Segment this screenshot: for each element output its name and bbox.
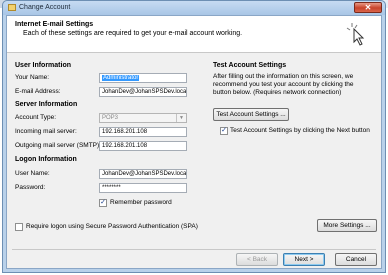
cancel-button[interactable]: Cancel	[335, 253, 377, 266]
password-field[interactable]: ********	[99, 183, 187, 193]
account-type-select[interactable]: POP3 ▼	[99, 113, 187, 123]
envelope-icon	[8, 4, 16, 11]
user-information-heading: User Information	[15, 62, 72, 69]
spa-checkbox[interactable]	[15, 223, 23, 231]
back-button[interactable]: < Back	[236, 253, 278, 266]
spa-label: Require logon using Secure Password Auth…	[26, 223, 198, 230]
chevron-down-icon: ▼	[176, 114, 186, 122]
window-title: Change Account	[19, 4, 71, 11]
outgoing-server-label: Outgoing mail server (SMTP):	[15, 142, 101, 149]
cursor-pointer-icon	[346, 23, 365, 46]
footer-divider	[12, 249, 376, 250]
test-settings-heading: Test Account Settings	[213, 62, 287, 69]
email-label: E-mail Address:	[15, 88, 61, 95]
email-field[interactable]: JohanDev@JohanSPSDev.loca	[99, 87, 187, 97]
user-name-field[interactable]: JohanDev@JohanSPSDev.loca	[99, 169, 187, 179]
header-subtitle: Each of these settings are required to g…	[23, 30, 243, 37]
your-name-field[interactable]: Administrator	[99, 73, 187, 83]
next-button[interactable]: Next >	[283, 253, 325, 266]
change-account-dialog: Change Account ✕ Internet E-mail Setting…	[2, 0, 386, 273]
remember-password-checkbox[interactable]: ✓	[99, 199, 107, 207]
user-name-label: User Name:	[15, 170, 50, 177]
test-account-settings-button[interactable]: Test Account Settings ...	[213, 108, 289, 121]
dialog-body: Internet E-mail Settings Each of these s…	[6, 15, 382, 269]
your-name-label: Your Name:	[15, 74, 50, 81]
header-title: Internet E-mail Settings	[15, 21, 94, 28]
test-settings-description: After filling out the information on thi…	[213, 73, 354, 96]
incoming-server-label: Incoming mail server:	[15, 128, 77, 135]
auto-test-label: Test Account Settings by clicking the Ne…	[230, 127, 370, 134]
close-button[interactable]: ✕	[354, 2, 382, 13]
password-label: Password:	[15, 184, 46, 191]
more-settings-button[interactable]: More Settings ...	[317, 219, 377, 232]
remember-password-label: Remember password	[110, 199, 172, 206]
outgoing-server-field[interactable]: 192.168.201.108	[99, 141, 187, 151]
your-name-value: Administrator	[102, 75, 140, 81]
account-type-value: POP3	[102, 115, 119, 121]
title-bar: Change Account ✕	[3, 1, 385, 15]
server-information-heading: Server Information	[15, 101, 78, 108]
incoming-server-field[interactable]: 192.168.201.108	[99, 127, 187, 137]
auto-test-checkbox[interactable]: ✓	[220, 127, 228, 135]
dialog-header: Internet E-mail Settings Each of these s…	[7, 16, 381, 53]
account-type-label: Account Type:	[15, 114, 57, 121]
logon-information-heading: Logon Information	[15, 156, 77, 163]
